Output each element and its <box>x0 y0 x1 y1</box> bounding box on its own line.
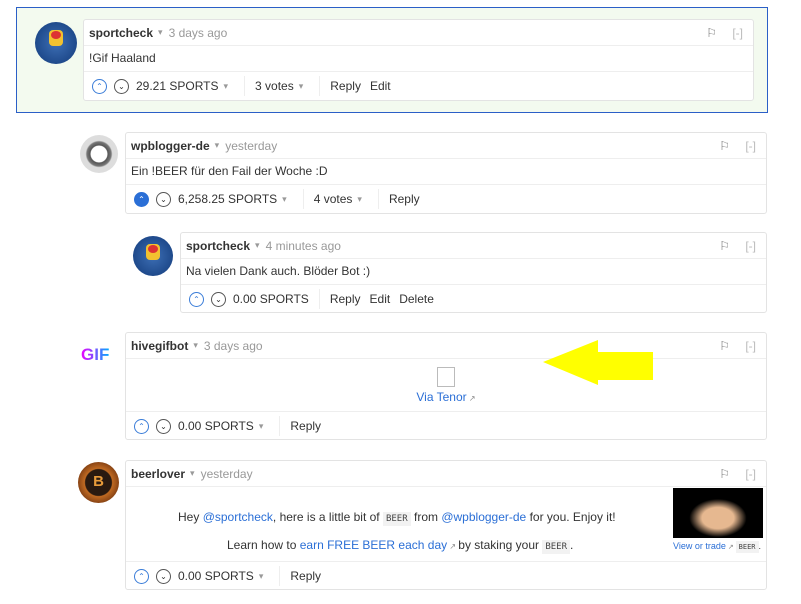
chevron-down-icon: ▾ <box>298 80 304 91</box>
collapse-button[interactable]: [-] <box>745 467 756 481</box>
comment-card: sportcheck ▾ 3 days ago ⚐ [-] !Gif Haaland ⌃… <box>83 19 754 101</box>
timestamp[interactable]: yesterday <box>225 139 277 153</box>
gif-logo[interactable]: GIF <box>81 345 109 365</box>
chevron-down-icon[interactable]: ▾ <box>259 571 264 582</box>
broken-image-icon <box>437 367 455 387</box>
chevron-down-icon[interactable]: ▾ <box>224 81 229 92</box>
avatar[interactable] <box>35 22 77 64</box>
downvote-button[interactable]: ⌄ <box>156 191 171 207</box>
comment-card: sportcheck ▾ 4 minutes ago ⚐ [-] Na vielen D… <box>180 232 767 313</box>
comment-body: Hey @sportcheck, here is a little bit of… <box>126 487 766 561</box>
chevron-down-icon[interactable]: ▾ <box>193 340 198 351</box>
votes-dropdown[interactable]: 3 votes <box>255 79 294 93</box>
payout[interactable]: 0.00 SPORTS <box>233 292 309 306</box>
collapse-button[interactable]: [-] <box>745 139 756 153</box>
beer-image[interactable] <box>673 488 763 538</box>
mention-link[interactable]: @sportcheck <box>203 510 273 524</box>
mention-link[interactable]: @wpblogger-de <box>441 510 526 524</box>
reply-button[interactable]: Reply <box>290 569 321 583</box>
edit-button[interactable]: Edit <box>370 292 391 306</box>
author-link[interactable]: sportcheck <box>89 26 153 40</box>
payout[interactable]: 0.00 SPORTS <box>178 569 254 583</box>
edit-button[interactable]: Edit <box>370 79 391 93</box>
timestamp[interactable]: yesterday <box>201 467 253 481</box>
timestamp[interactable]: 3 days ago <box>169 26 228 40</box>
downvote-button[interactable]: ⌄ <box>114 78 129 94</box>
reply-button[interactable]: Reply <box>290 419 321 433</box>
comment-card: wpblogger-de ▾ yesterday ⚐ [-] Ein !BEER für… <box>125 132 767 214</box>
upvote-button[interactable]: ⌃ <box>134 568 149 584</box>
collapse-button[interactable]: [-] <box>745 239 756 253</box>
chevron-down-icon[interactable]: ▾ <box>158 27 163 38</box>
earn-beer-link[interactable]: earn FREE BEER each day <box>300 538 447 552</box>
upvote-button[interactable]: ⌃ <box>92 78 107 94</box>
payout[interactable]: 6,258.25 SPORTS <box>178 192 277 206</box>
comment-body: Ein !BEER für den Fail der Woche :D <box>131 164 328 178</box>
avatar[interactable] <box>133 236 173 276</box>
flag-icon[interactable]: ⚐ <box>719 239 730 253</box>
comment-body: !Gif Haaland <box>89 51 156 65</box>
chevron-down-icon[interactable]: ▾ <box>215 140 220 151</box>
flag-icon[interactable]: ⚐ <box>706 26 717 40</box>
collapse-button[interactable]: [-] <box>732 26 743 40</box>
collapse-button[interactable]: [-] <box>745 339 756 353</box>
flag-icon[interactable]: ⚐ <box>719 339 730 353</box>
author-link[interactable]: hivegifbot <box>131 339 188 353</box>
author-link[interactable]: beerlover <box>131 467 185 481</box>
beer-message: Hey @sportcheck, here is a little bit of… <box>178 510 616 526</box>
downvote-button[interactable]: ⌄ <box>156 418 171 434</box>
downvote-button[interactable]: ⌄ <box>156 568 171 584</box>
upvote-button[interactable]: ⌃ <box>134 418 149 434</box>
avatar[interactable]: B <box>78 462 119 503</box>
view-or-trade-link[interactable]: View or trade <box>673 541 726 551</box>
payout[interactable]: 29.21 SPORTS <box>136 79 219 93</box>
payout[interactable]: 0.00 SPORTS <box>178 419 254 433</box>
reply-button[interactable]: Reply <box>330 292 361 306</box>
delete-button[interactable]: Delete <box>399 292 434 306</box>
timestamp[interactable]: 4 minutes ago <box>266 239 341 253</box>
reply-button[interactable]: Reply <box>389 192 420 206</box>
comment-card: beerlover ▾ yesterday ⚐ [-] Hey @sportcheck,… <box>125 460 767 590</box>
chevron-down-icon: ▾ <box>357 193 362 204</box>
comment-body: Na vielen Dank auch. Blöder Bot :) <box>186 264 371 278</box>
author-link[interactable]: sportcheck <box>186 239 250 253</box>
beer-learn-line: Learn how to earn FREE BEER each day ↗ b… <box>227 538 574 554</box>
downvote-button[interactable]: ⌄ <box>211 291 226 307</box>
upvote-button[interactable]: ⌃ <box>189 291 204 307</box>
chevron-down-icon[interactable]: ▾ <box>282 194 287 205</box>
yellow-arrow-annotation <box>543 340 653 385</box>
chevron-down-icon[interactable]: ▾ <box>190 468 195 479</box>
reply-button[interactable]: Reply <box>330 79 361 93</box>
avatar[interactable] <box>80 135 118 173</box>
chevron-down-icon[interactable]: ▾ <box>255 240 260 251</box>
flag-icon[interactable]: ⚐ <box>719 467 730 481</box>
comment-card: hivegifbot ▾ 3 days ago ⚐ [-] Via Tenor ↗ ⌃ ⌄… <box>125 332 767 440</box>
author-link[interactable]: wpblogger-de <box>131 139 210 153</box>
upvote-button[interactable]: ⌃ <box>134 191 149 207</box>
comment-body: Via Tenor ↗ <box>126 359 766 411</box>
votes-dropdown[interactable]: 4 votes <box>314 192 353 206</box>
flag-icon[interactable]: ⚐ <box>719 139 730 153</box>
tenor-link[interactable]: Via Tenor <box>416 390 466 404</box>
timestamp[interactable]: 3 days ago <box>204 339 263 353</box>
chevron-down-icon[interactable]: ▾ <box>259 421 264 432</box>
